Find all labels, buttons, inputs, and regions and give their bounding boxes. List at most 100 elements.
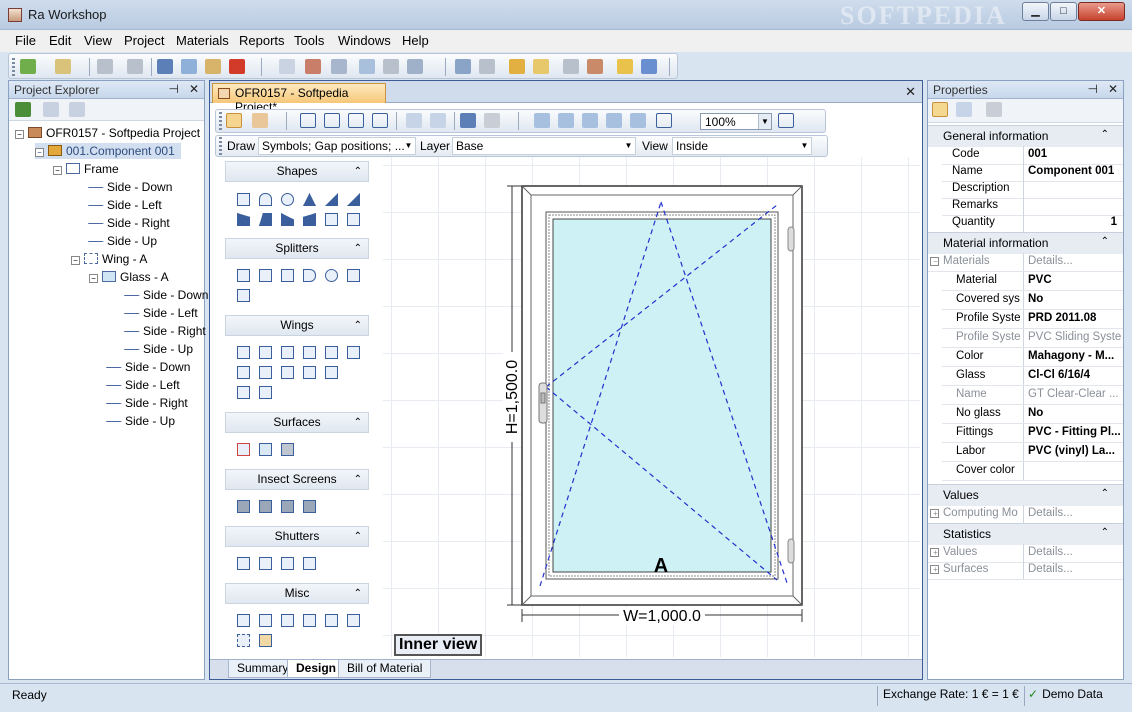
tree-node-side[interactable]: Side - Left xyxy=(104,377,180,393)
draw-combo[interactable]: Symbols; Gap positions; ... ▼ xyxy=(258,137,416,155)
menu-edit[interactable]: Edit xyxy=(49,33,71,48)
misc-frame-icon[interactable] xyxy=(347,614,360,627)
tree-node-frame[interactable]: − Frame xyxy=(53,161,119,177)
shutter-settings-icon[interactable] xyxy=(303,557,316,570)
collapse-icon[interactable]: − xyxy=(53,166,62,175)
maximize-button[interactable]: □ xyxy=(1050,2,1077,21)
property-row[interactable]: Fittings PVC - Fitting Pl... xyxy=(942,424,1123,443)
menu-view[interactable]: View xyxy=(84,33,112,48)
arch-shape-icon[interactable] xyxy=(259,193,272,206)
menu-help[interactable]: Help xyxy=(402,33,429,48)
category-values[interactable]: Values ⌃ xyxy=(928,484,1123,506)
toolbox-group-shutters[interactable]: Shutters ⌃ xyxy=(225,526,369,547)
toolbox-group-surfaces[interactable]: Surfaces ⌃ xyxy=(225,412,369,433)
category-general[interactable]: General information ⌃ xyxy=(928,125,1123,147)
quad-shape-icon[interactable] xyxy=(303,213,316,226)
split-vertical-icon[interactable] xyxy=(300,113,316,128)
property-row[interactable]: No glass No xyxy=(942,405,1123,424)
pentagon-shape-icon[interactable] xyxy=(281,213,294,226)
wing-double-icon[interactable] xyxy=(303,346,316,359)
new-icon[interactable] xyxy=(20,59,36,74)
chevron-down-icon[interactable]: ▼ xyxy=(402,138,415,154)
chevron-up-icon[interactable]: ⌃ xyxy=(1101,488,1109,499)
property-row-expandable[interactable]: − Materials Details... xyxy=(928,253,1123,272)
optimize-icon[interactable] xyxy=(479,59,495,74)
tree-node-wing[interactable]: − Wing - A xyxy=(71,251,147,267)
zoom-window-icon[interactable] xyxy=(582,113,598,128)
splitter-grid-icon[interactable] xyxy=(347,269,360,282)
splitter-arc-icon[interactable] xyxy=(303,269,316,282)
shutter-roll-icon[interactable] xyxy=(237,557,250,570)
delete-icon[interactable] xyxy=(229,59,245,74)
wing-fold-icon[interactable] xyxy=(259,366,272,379)
chevron-up-icon[interactable]: ⌃ xyxy=(354,162,362,181)
chevron-up-icon[interactable]: ⌃ xyxy=(354,527,362,546)
misc-profile-icon[interactable] xyxy=(237,614,250,627)
chevron-down-icon[interactable]: ▼ xyxy=(758,114,771,129)
rotate-icon[interactable] xyxy=(430,113,446,128)
menu-materials[interactable]: Materials xyxy=(176,33,229,48)
zoom-out-icon[interactable] xyxy=(558,113,574,128)
print-preview-icon[interactable] xyxy=(359,59,375,74)
wing-top-icon[interactable] xyxy=(259,346,272,359)
property-row[interactable]: Cover color xyxy=(942,462,1123,481)
tree-node-side[interactable]: Side - Left xyxy=(86,197,162,213)
material-icon[interactable] xyxy=(563,59,579,74)
zoom-combo[interactable]: 100% ▼ xyxy=(700,113,772,130)
menu-tools[interactable]: Tools xyxy=(294,33,324,48)
save-icon[interactable] xyxy=(97,59,113,74)
chevron-down-icon[interactable]: ▼ xyxy=(622,138,635,154)
split-horizontal-icon[interactable] xyxy=(324,113,340,128)
property-row[interactable]: Glass Cl-Cl 6/16/4 xyxy=(942,367,1123,386)
expand-icon[interactable]: + xyxy=(930,509,939,518)
split-grid-icon[interactable] xyxy=(348,113,364,128)
category-material[interactable]: Material information ⌃ xyxy=(928,232,1123,254)
property-row[interactable]: Name GT Clear-Clear ... xyxy=(942,386,1123,405)
wing-parallel-icon[interactable] xyxy=(303,366,316,379)
right-triangle-shape-icon[interactable] xyxy=(325,193,338,206)
property-row[interactable]: Profile Syste PVC Sliding System xyxy=(942,329,1123,348)
close-panel-icon[interactable]: ✕ xyxy=(189,82,199,96)
calculator-icon[interactable] xyxy=(455,59,471,74)
tree-node-component[interactable]: −001.Component 001 xyxy=(35,143,181,159)
zoom-extents-icon[interactable] xyxy=(630,113,646,128)
property-row-expandable[interactable]: + Computing Mo Details... xyxy=(928,505,1123,524)
tree-node-side[interactable]: Side - Up xyxy=(104,413,175,429)
zoom-plus-icon[interactable] xyxy=(656,113,672,128)
chevron-up-icon[interactable]: ⌃ xyxy=(354,239,362,258)
property-row[interactable]: Labor PVC (vinyl) La... xyxy=(942,443,1123,462)
close-window-button[interactable]: ✕ xyxy=(1078,2,1125,21)
price-icon[interactable] xyxy=(587,59,603,74)
property-row[interactable]: Material PVC xyxy=(942,272,1123,291)
tree-node-side[interactable]: Side - Up xyxy=(86,233,157,249)
surface-unknown-icon[interactable] xyxy=(237,443,250,456)
chevron-up-icon[interactable]: ⌃ xyxy=(1101,236,1109,247)
chevron-up-icon[interactable]: ⌃ xyxy=(354,413,362,432)
collapse-icon[interactable]: − xyxy=(35,148,44,157)
chevron-up-icon[interactable]: ⌃ xyxy=(1101,129,1109,140)
collapse-icon[interactable]: − xyxy=(15,130,24,139)
split-cross-icon[interactable] xyxy=(372,113,388,128)
menu-windows[interactable]: Windows xyxy=(338,33,391,48)
slope-shape-icon[interactable] xyxy=(347,193,360,206)
tree-node-side[interactable]: Side - Right xyxy=(122,323,206,339)
misc-area-icon[interactable] xyxy=(237,634,250,647)
chevron-up-icon[interactable]: ⌃ xyxy=(354,584,362,603)
misc-grid-icon[interactable] xyxy=(259,634,272,647)
zoom-fit-icon[interactable] xyxy=(606,113,622,128)
collapse-icon[interactable]: − xyxy=(930,257,939,266)
printer-setup-icon[interactable] xyxy=(407,59,423,74)
print-icon[interactable] xyxy=(383,59,399,74)
wing-awning-icon[interactable] xyxy=(347,346,360,359)
custom-shape-icon[interactable] xyxy=(325,213,338,226)
tree-node-project[interactable]: − OFR0157 - Softpedia Project xyxy=(15,125,200,141)
view-combo[interactable]: Inside ▼ xyxy=(672,137,812,155)
misc-extension-icon[interactable] xyxy=(325,614,338,627)
trapezoid-left-shape-icon[interactable] xyxy=(259,213,272,226)
close-panel-icon[interactable]: ✕ xyxy=(1108,82,1118,96)
menu-file[interactable]: File xyxy=(15,33,36,48)
insect-screen-settings-icon[interactable] xyxy=(303,500,316,513)
save-all-icon[interactable] xyxy=(127,59,143,74)
minimize-button[interactable]: ▁ xyxy=(1022,2,1049,21)
insect-screen-hinged-icon[interactable] xyxy=(281,500,294,513)
